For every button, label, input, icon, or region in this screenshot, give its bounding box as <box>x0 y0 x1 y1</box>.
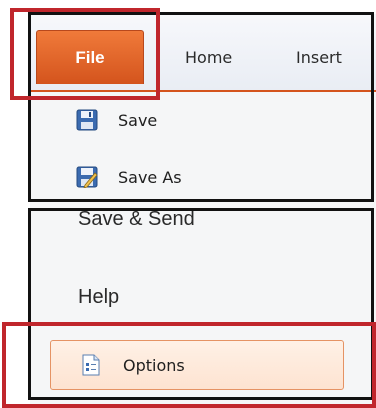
office-backstage-view: File Home Insert Save Save As Save & Sen… <box>0 0 376 408</box>
annotation-red-box-options <box>2 322 376 408</box>
annotation-red-box-file <box>10 8 160 100</box>
